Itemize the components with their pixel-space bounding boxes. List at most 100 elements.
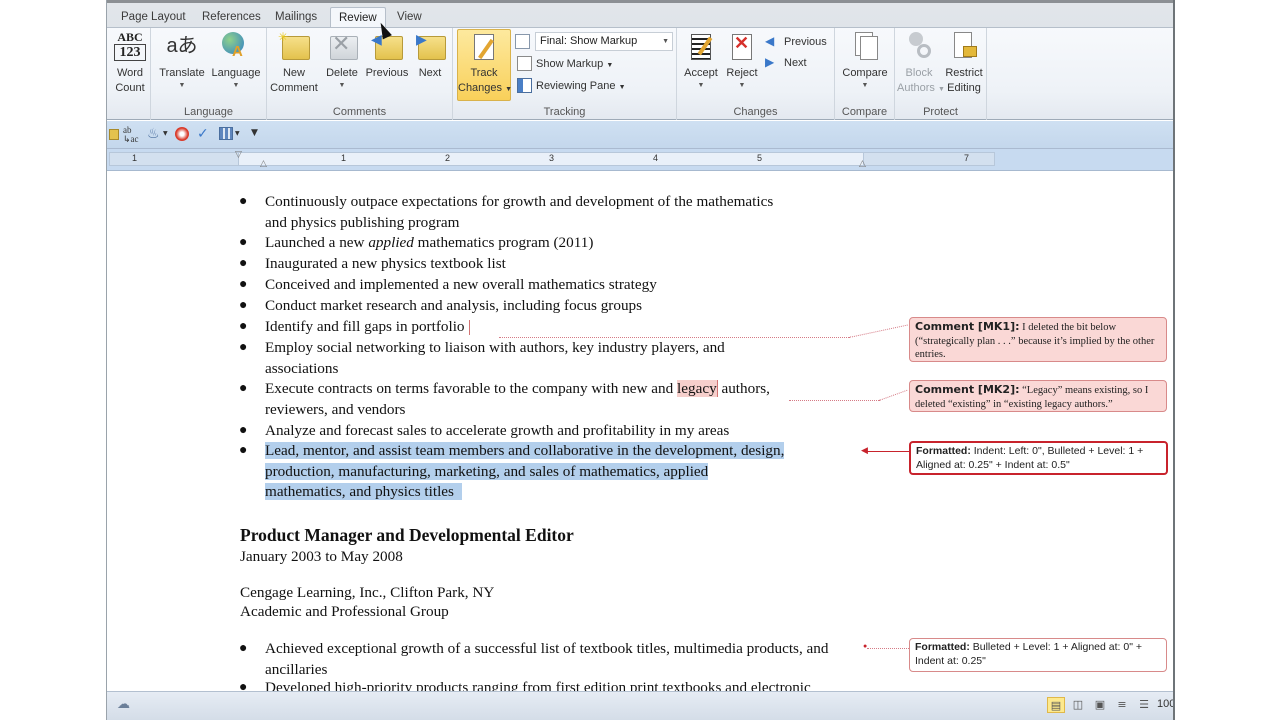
job-title-heading: Product Manager and Developmental Editor: [240, 525, 574, 545]
accept-change-icon: [685, 30, 717, 62]
company-name: Cengage Learning, Inc., Clifton Park, NY: [240, 584, 495, 601]
arrow-left-icon: ◀: [861, 445, 868, 455]
tab-references[interactable]: References: [194, 7, 269, 29]
delete-comment-button[interactable]: ✕ Delete ▼: [321, 30, 363, 91]
group-changes: Accept ▼ ✕ Reject ▼ ◀ Previous ▶ Next Chan…: [677, 28, 835, 120]
reject-change-icon: ✕: [726, 30, 758, 62]
list-item: ● Conduct market research and analysis, …: [239, 297, 643, 314]
draft-view-button[interactable]: ☰: [1135, 697, 1153, 713]
formatting-connector: [865, 451, 909, 452]
list-item-selected: ● Lead, mentor, and assist team members …: [239, 442, 785, 501]
chevron-down-icon: ▼: [662, 38, 669, 45]
comment-balloon-mk1[interactable]: Comment [MK1]: I deleted the bit below (…: [909, 317, 1167, 362]
restrict-editing-lock-icon: [948, 30, 980, 62]
fill-color-icon[interactable]: ♨: [147, 126, 160, 142]
web-layout-icon: ▣: [1094, 698, 1106, 711]
group-label-protect: Protect: [923, 106, 958, 118]
formatted-balloon-active[interactable]: Formatted: Indent: Left: 0", Bulleted + …: [909, 441, 1168, 475]
comment-anchor-legacy[interactable]: legacy: [677, 380, 718, 397]
next-change-icon: ▶: [765, 54, 775, 69]
reject-button[interactable]: ✕ Reject ▼: [723, 30, 761, 91]
first-line-indent-marker[interactable]: ▽: [235, 150, 242, 160]
track-changes-button[interactable]: Track Changes ▼: [457, 29, 512, 101]
previous-comment-button[interactable]: ◀ Previous: [363, 30, 411, 81]
customize-toolbar-icon[interactable]: ▼: [251, 128, 258, 138]
macro-recording-icon[interactable]: ☁: [117, 697, 130, 712]
word-count-button[interactable]: ABC 123 Word Count: [111, 30, 149, 96]
restrict-editing-button[interactable]: Restrict Editing: [943, 30, 985, 96]
block-authors-button[interactable]: Block Authors ▼: [897, 30, 945, 97]
new-comment-button[interactable]: ✳ New Comment: [267, 30, 321, 96]
comment-connector: [878, 389, 908, 401]
next-change-button[interactable]: ▶ Next: [765, 53, 807, 73]
list-item: ● Launched a new applied mathematics pro…: [239, 234, 594, 251]
group-label-comments: Comments: [332, 106, 387, 118]
next-comment-button[interactable]: ▶ Next: [411, 30, 449, 81]
right-indent-marker[interactable]: △: [859, 159, 866, 169]
replace-icon[interactable]: ab ↳ac: [123, 126, 139, 144]
chevron-down-icon: ▼: [738, 82, 746, 89]
list-item: ● Achieved exceptional growth of a succe…: [239, 640, 829, 678]
table-grid-icon[interactable]: [219, 127, 233, 140]
tab-page-layout[interactable]: Page Layout: [113, 7, 194, 29]
group-label-language: Language: [184, 106, 233, 118]
ruler-number: 3: [549, 153, 555, 163]
sticky-note-icon[interactable]: [109, 129, 119, 140]
show-markup-icon: [517, 55, 532, 71]
group-label-tracking: Tracking: [543, 106, 586, 118]
globe-language-icon: A: [220, 30, 252, 62]
chevron-down-icon[interactable]: ▼: [235, 130, 240, 137]
reviewing-pane-button[interactable]: Reviewing Pane ▼: [517, 76, 626, 96]
display-for-review-icon: [515, 33, 530, 49]
list-item: ● Continuously outpace expectations for …: [239, 193, 774, 231]
tab-view[interactable]: View: [389, 7, 430, 29]
tab-mailings[interactable]: Mailings: [267, 7, 325, 29]
hanging-indent-marker[interactable]: △: [260, 159, 267, 169]
outline-view-button[interactable]: ≡: [1113, 697, 1131, 713]
list-item: ● Identify and fill gaps in portfolio: [239, 317, 470, 338]
ruler-number: 2: [445, 153, 451, 163]
group-proofing: ABC 123 Word Count: [107, 28, 151, 120]
chevron-down-icon[interactable]: ▼: [163, 130, 168, 137]
document-page[interactable]: ● Continuously outpace expectations for …: [107, 171, 1173, 696]
check-edit-icon[interactable]: ✓: [197, 126, 209, 142]
new-comment-icon: ✳: [278, 30, 310, 62]
group-compare: Compare ▼ Compare: [835, 28, 895, 120]
deletion-marker: [468, 320, 470, 336]
full-screen-reading-button[interactable]: ◫: [1069, 697, 1087, 713]
ruler-number: 7: [964, 153, 970, 163]
previous-change-icon: ◀: [765, 33, 775, 48]
show-markup-button[interactable]: Show Markup ▼: [517, 54, 613, 74]
comment-balloon-mk2[interactable]: Comment [MK2]: “Legacy” means existing, …: [909, 380, 1167, 412]
print-layout-icon: ▤: [1050, 699, 1062, 712]
status-bar: ☁ ▤ ◫ ▣ ≡ ☰ 100%: [107, 691, 1173, 720]
print-layout-view-button[interactable]: ▤: [1047, 697, 1065, 713]
draft-icon: ☰: [1139, 698, 1149, 711]
job-dates: January 2003 to May 2008: [240, 548, 403, 565]
translate-button[interactable]: aあ Translate ▼: [157, 30, 207, 91]
accept-button[interactable]: Accept ▼: [681, 30, 721, 91]
spelling-icon[interactable]: [175, 127, 189, 141]
display-for-review-select[interactable]: Final: Show Markup ▼: [535, 32, 673, 51]
group-tracking: Track Changes ▼ Final: Show Markup ▼ Sho…: [453, 28, 677, 120]
language-button[interactable]: A Language ▼: [209, 30, 263, 91]
previous-change-button[interactable]: ◀ Previous: [765, 32, 827, 52]
ruler-number: 1: [132, 153, 138, 163]
zoom-level[interactable]: 100%: [1157, 698, 1173, 710]
formatted-balloon[interactable]: Formatted: Bulleted + Level: 1 + Aligned…: [909, 638, 1167, 672]
reviewing-pane-icon: [517, 77, 532, 93]
chevron-down-icon: ▼: [178, 82, 186, 89]
group-label-changes: Changes: [733, 106, 778, 118]
web-layout-button[interactable]: ▣: [1091, 697, 1109, 713]
group-comments: ✳ New Comment ✕ Delete ▼ ◀ Previous ▶ Ne…: [267, 28, 453, 120]
ribbon: ABC 123 Word Count aあ Translate ▼ A Lang…: [107, 27, 1173, 120]
horizontal-ruler[interactable]: 1 1 2 3 4 5 7 ▽ △ △: [107, 149, 1173, 171]
ribbon-tab-bar: Page Layout References Mailings Review V…: [107, 0, 1173, 31]
comment-connector: [848, 324, 908, 338]
block-authors-icon: [903, 30, 935, 62]
comment-connector: [499, 337, 849, 338]
list-item: ● Inaugurated a new physics textbook lis…: [239, 255, 506, 272]
delete-comment-icon: ✕: [326, 30, 358, 62]
compare-button[interactable]: Compare ▼: [837, 30, 893, 91]
chevron-down-icon: ▼: [232, 82, 240, 89]
